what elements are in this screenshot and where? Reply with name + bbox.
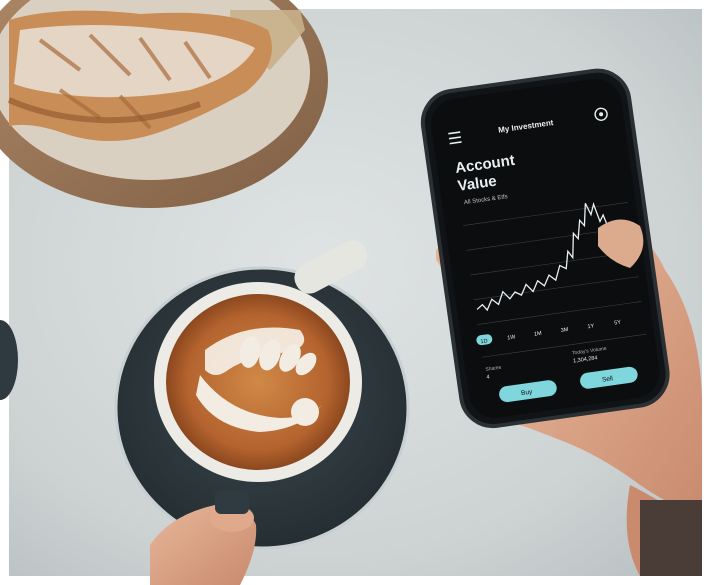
range-tab-5y[interactable]: 5Y: [614, 320, 622, 327]
range-tab-1y[interactable]: 1Y: [587, 323, 595, 330]
photo-scene: My Investment Account Value All Stocks &…: [0, 0, 702, 585]
range-tab-1m[interactable]: 1M: [534, 331, 543, 338]
coffee-cup: [154, 282, 362, 482]
range-tab-1d[interactable]: 1D: [480, 338, 488, 345]
range-tab-3m[interactable]: 3M: [560, 327, 569, 334]
